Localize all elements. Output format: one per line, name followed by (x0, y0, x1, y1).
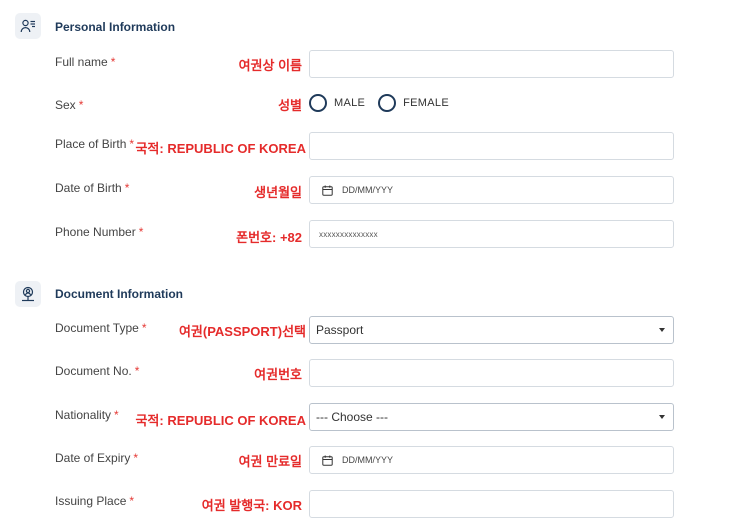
document-no-note: 여권번호 (254, 367, 302, 382)
sex-female-radio[interactable] (378, 94, 397, 112)
chevron-down-icon (659, 415, 665, 419)
sex-male-radio[interactable] (309, 94, 327, 112)
date-of-birth-note: 생년월일 (254, 185, 302, 200)
date-of-birth-label: Date of Birth * (55, 181, 130, 195)
phone-placeholder: xxxxxxxxxxxxxx (319, 229, 378, 239)
nationality-select[interactable]: --- Choose --- (309, 403, 674, 431)
calendar-icon[interactable] (322, 185, 333, 196)
date-of-expiry-note: 여권 만료일 (238, 454, 302, 469)
document-type-select[interactable]: Passport (309, 316, 674, 344)
phone-note: 폰번호: +82 (236, 230, 302, 245)
date-of-birth-placeholder: DD/MM/YYY (342, 185, 394, 195)
issuing-place-input[interactable] (309, 490, 674, 518)
sex-radio-group: MALE FEMALE (309, 93, 462, 113)
chevron-down-icon (659, 328, 665, 332)
nationality-value: --- Choose --- (316, 410, 389, 424)
document-type-label: Document Type * (55, 321, 147, 335)
date-of-expiry-input[interactable]: DD/MM/YYY (309, 446, 674, 474)
nationality-note: 국적: REPUBLIC OF KOREA (135, 413, 306, 428)
place-of-birth-note: 국적: REPUBLIC OF KOREA (135, 141, 306, 156)
issuing-place-label: Issuing Place * (55, 494, 135, 508)
place-of-birth-input[interactable] (309, 132, 674, 160)
sex-female-label[interactable]: FEMALE (403, 97, 449, 109)
issuing-place-note: 여권 발행국: KOR (201, 498, 302, 513)
person-list-icon (15, 13, 41, 39)
sex-male-label[interactable]: MALE (334, 97, 365, 109)
phone-label: Phone Number * (55, 225, 144, 239)
sex-note: 성별 (278, 98, 302, 113)
nationality-label: Nationality * (55, 408, 119, 422)
sex-label: Sex * (55, 98, 84, 112)
document-info-title: Document Information (55, 287, 183, 301)
location-person-icon (15, 281, 41, 307)
phone-input[interactable]: xxxxxxxxxxxxxx (309, 220, 674, 248)
document-type-note: 여권(PASSPORT)선택 (178, 324, 306, 339)
document-type-value: Passport (316, 323, 364, 337)
date-of-expiry-placeholder: DD/MM/YYY (342, 455, 394, 465)
document-no-label: Document No. * (55, 364, 140, 378)
personal-info-title: Personal Information (55, 20, 176, 34)
full-name-input[interactable] (309, 50, 674, 78)
document-no-input[interactable] (309, 359, 674, 387)
calendar-icon[interactable] (322, 455, 333, 466)
date-of-expiry-label: Date of Expiry * (55, 451, 139, 465)
date-of-birth-input[interactable]: DD/MM/YYY (309, 176, 674, 204)
full-name-label: Full name * (55, 55, 116, 69)
full-name-note: 여권상 이름 (238, 58, 302, 73)
place-of-birth-label: Place of Birth * (55, 137, 135, 151)
